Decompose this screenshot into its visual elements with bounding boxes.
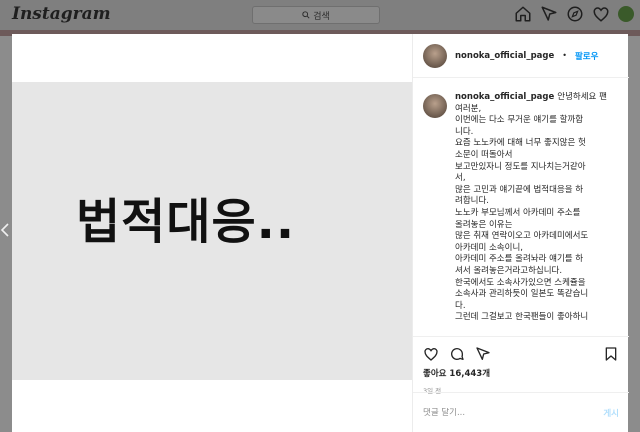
profile-avatar[interactable] (618, 6, 634, 22)
caption-line: 많은 취재 연락이오고 아카데미에서도 (455, 231, 589, 242)
caption-line: 이번에는 다소 무거운 얘기를 할까합 (455, 115, 584, 126)
nav-icons (514, 5, 634, 23)
author-username[interactable]: nonoka_official_page (455, 51, 554, 61)
action-row (423, 343, 619, 365)
caption-line: 셔서 올려놓은거라고하십니다. (455, 265, 563, 276)
post-image[interactable]: 법적대응.. (12, 82, 412, 380)
post-sidebar: nonoka_official_page • 팔로우 nonoka_offici… (412, 34, 629, 432)
caption-line: 아카데미 주소를 올려놔라 얘기를 하 (455, 254, 584, 265)
caption-line: 많은 고민과 얘기끝에 법적대응을 하 (455, 184, 584, 195)
caption-line: 려합니다. (455, 196, 489, 207)
caption-line: 올려놓은 이유는 (455, 219, 513, 230)
direct-icon[interactable] (540, 5, 558, 23)
caption-text: nonoka_official_page 안녕하세요 팬 여러분, 이번에는 다소… (455, 92, 623, 332)
instagram-logo[interactable]: Instagram (12, 4, 111, 24)
comment-input[interactable] (423, 407, 583, 418)
caption-line: 여러분, (455, 103, 482, 114)
post-modal: 법적대응.. nonoka_official_page • 팔로우 nonoka… (12, 34, 629, 432)
caption-line: 서, (455, 173, 466, 184)
search-input[interactable]: 검색 (252, 6, 380, 24)
author-avatar[interactable] (423, 43, 447, 68)
likes-count[interactable]: 좋아요 16,443개 (423, 367, 619, 379)
post-actions: 좋아요 16,443개 3일 전 (413, 336, 629, 395)
caption-line: 아카데미 소속이니, (455, 242, 523, 253)
caption-line: 한국에서도 소속사가있으면 스케쥴을 (455, 277, 586, 288)
post-media: 법적대응.. (12, 34, 412, 432)
like-heart-icon[interactable] (423, 346, 439, 362)
caption-line: 소문이 떠돌아서 (455, 149, 513, 160)
caption-line: 그런데 그걸보고 한국팬들이 좋아하니 (455, 312, 589, 323)
share-icon[interactable] (475, 346, 491, 362)
follow-button[interactable]: 팔로우 (575, 50, 598, 62)
caption-line: 안녕하세요 팬 (557, 92, 607, 102)
chevron-left-icon[interactable] (0, 222, 10, 238)
caption-line: 노노카 부모님께서 아카데미 주소를 (455, 207, 581, 218)
separator-dot: • (562, 51, 567, 60)
post-image-text: 법적대응.. (76, 194, 296, 250)
post-header: nonoka_official_page • 팔로우 (413, 34, 629, 78)
instagram-topbar: Instagram 검색 (0, 0, 640, 30)
comment-bar: 게시 (413, 392, 629, 432)
caption-author-avatar[interactable] (423, 94, 447, 118)
search-icon (302, 11, 310, 19)
post-caption: nonoka_official_page 안녕하세요 팬 여러분, 이번에는 다소… (423, 92, 623, 332)
bookmark-icon[interactable] (603, 346, 619, 362)
post-comment-button[interactable]: 게시 (603, 407, 619, 419)
home-icon[interactable] (514, 5, 532, 23)
comment-icon[interactable] (449, 346, 465, 362)
caption-line: 요즘 노노카에 대해 너무 좋지않은 헛 (455, 138, 586, 149)
caption-line: 니다. (455, 126, 474, 137)
caption-line: 보고만있자니 정도를 지나치는거같아 (455, 161, 586, 172)
search-placeholder: 검색 (313, 11, 330, 22)
caption-author-username[interactable]: nonoka_official_page (455, 92, 554, 102)
caption-line: 다. (455, 300, 466, 311)
heart-icon[interactable] (592, 5, 610, 23)
explore-icon[interactable] (566, 5, 584, 23)
caption-line: 소속사과 관리하듯이 일본도 똑같습니 (455, 289, 589, 300)
